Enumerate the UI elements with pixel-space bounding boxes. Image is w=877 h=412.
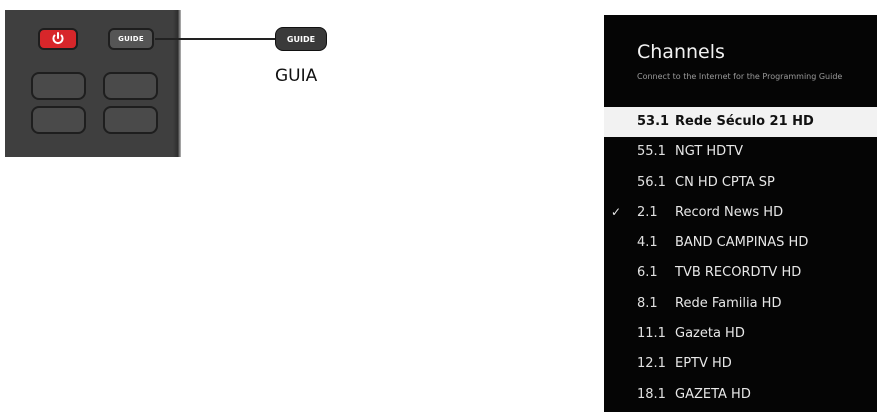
channel-number: 56.1 xyxy=(637,174,666,190)
callout-line xyxy=(155,38,277,40)
channel-name: TVB RECORDTV HD xyxy=(675,265,802,281)
channel-number: 6.1 xyxy=(637,265,658,281)
channel-row[interactable]: 56.1 CN HD CPTA SP xyxy=(604,168,877,198)
channel-name: CN HD CPTA SP xyxy=(675,174,775,190)
channel-row[interactable]: 12.1 EPTV HD xyxy=(604,349,877,379)
channel-name: Rede Século 21 HD xyxy=(675,114,814,129)
channel-row[interactable]: 8.1 Rede Familia HD xyxy=(604,289,877,319)
channel-number: 12.1 xyxy=(637,356,666,372)
check-icon: ✓ xyxy=(611,204,622,219)
channel-list: 53.1 Rede Século 21 HD 55.1 NGT HDTV 56.1 CN … xyxy=(604,107,877,410)
channel-number: 53.1 xyxy=(637,114,670,129)
channel-row[interactable]: 11.1 Gazeta HD xyxy=(604,319,877,349)
channels-panel: Channels Connect to the Internet for the… xyxy=(604,15,877,412)
remote-button xyxy=(31,72,86,100)
channel-row[interactable]: 55.1 NGT HDTV xyxy=(604,137,877,167)
channel-number: 18.1 xyxy=(637,386,666,402)
channel-number: 11.1 xyxy=(637,326,666,342)
channel-name: BAND CAMPINAS HD xyxy=(675,235,809,251)
channel-row[interactable]: 6.1 TVB RECORDTV HD xyxy=(604,258,877,288)
channel-name: Record News HD xyxy=(675,204,784,220)
channel-number: 55.1 xyxy=(637,144,666,160)
panel-subtitle: Connect to the Internet for the Programm… xyxy=(637,72,843,81)
channel-number: 2.1 xyxy=(637,204,658,220)
remote-guide-button: GUIDE xyxy=(108,28,154,50)
remote-edge xyxy=(173,10,181,157)
channel-name: Rede Familia HD xyxy=(675,295,782,311)
guide-caption: GUIA xyxy=(275,66,318,86)
channel-row[interactable]: 4.1 BAND CAMPINAS HD xyxy=(604,228,877,258)
channel-number: 8.1 xyxy=(637,295,658,311)
channel-name: NGT HDTV xyxy=(675,144,744,160)
channel-row[interactable]: 18.1 GAZETA HD xyxy=(604,380,877,410)
remote-button xyxy=(103,72,158,100)
remote-control: GUIDE xyxy=(5,10,181,157)
remote-button xyxy=(31,106,86,134)
channel-number: 4.1 xyxy=(637,235,658,251)
remote-button xyxy=(103,106,158,134)
channel-name: EPTV HD xyxy=(675,356,732,372)
channel-row[interactable]: 53.1 Rede Século 21 HD xyxy=(604,107,877,138)
guide-button-callout: GUIDE xyxy=(275,27,327,51)
power-icon xyxy=(52,32,64,45)
channel-row[interactable]: ✓ 2.1 Record News HD xyxy=(604,198,877,228)
channel-name: GAZETA HD xyxy=(675,386,751,402)
channel-name: Gazeta HD xyxy=(675,326,745,342)
power-button xyxy=(38,28,78,50)
panel-title: Channels xyxy=(637,41,725,63)
